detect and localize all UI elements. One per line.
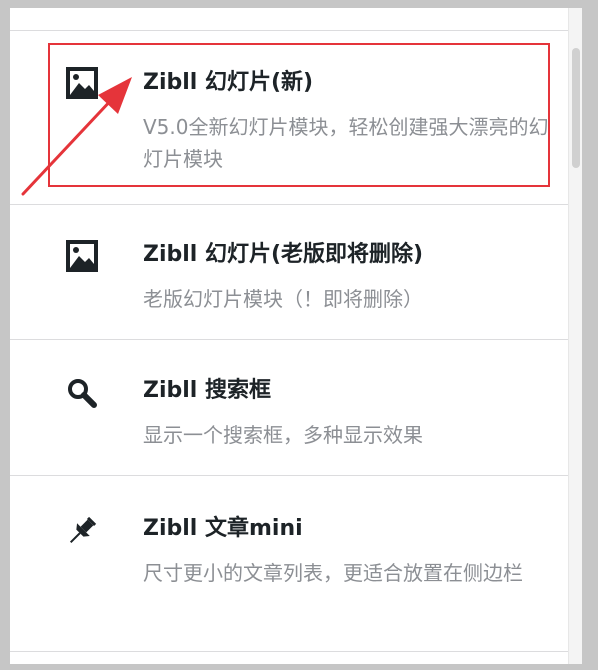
- image-icon: [63, 237, 101, 275]
- widget-item-search[interactable]: Zibll 搜索框 显示一个搜索框，多种显示效果: [10, 339, 569, 475]
- widget-description: V5.0全新幻灯片模块，轻松创建强大漂亮的幻灯片模块: [143, 115, 549, 171]
- image-icon: [63, 64, 101, 102]
- widget-item-slider-old[interactable]: Zibll 幻灯片(老版即将删除) 老版幻灯片模块（！即将删除）: [10, 204, 569, 339]
- scrollbar-thumb[interactable]: [572, 48, 580, 168]
- widget-list-panel: Zibll 幻灯片(新) V5.0全新幻灯片模块，轻松创建强大漂亮的幻灯片模块 …: [10, 8, 582, 664]
- widget-title: Zibll 幻灯片(新): [143, 70, 314, 95]
- widget-title: Zibll 幻灯片(老版即将删除): [143, 242, 424, 267]
- widget-item-next[interactable]: [10, 651, 569, 664]
- widget-description: 老版幻灯片模块（！即将删除）: [143, 287, 423, 311]
- widget-item-post-mini[interactable]: Zibll 文章mini 尺寸更小的文章列表，更适合放置在侧边栏: [10, 475, 569, 651]
- widget-description: 显示一个搜索框，多种显示效果: [143, 423, 423, 447]
- scrollbar[interactable]: [568, 8, 582, 664]
- widget-title: Zibll 搜索框: [143, 378, 271, 403]
- widget-description: 尺寸更小的文章列表，更适合放置在侧边栏: [143, 561, 523, 585]
- widget-item-slider-new[interactable]: Zibll 幻灯片(新) V5.0全新幻灯片模块，轻松创建强大漂亮的幻灯片模块: [10, 30, 569, 204]
- widget-list: Zibll 幻灯片(新) V5.0全新幻灯片模块，轻松创建强大漂亮的幻灯片模块 …: [10, 8, 569, 664]
- widget-title: Zibll 文章mini: [143, 516, 303, 541]
- search-icon: [63, 374, 101, 412]
- pin-icon: [63, 512, 101, 550]
